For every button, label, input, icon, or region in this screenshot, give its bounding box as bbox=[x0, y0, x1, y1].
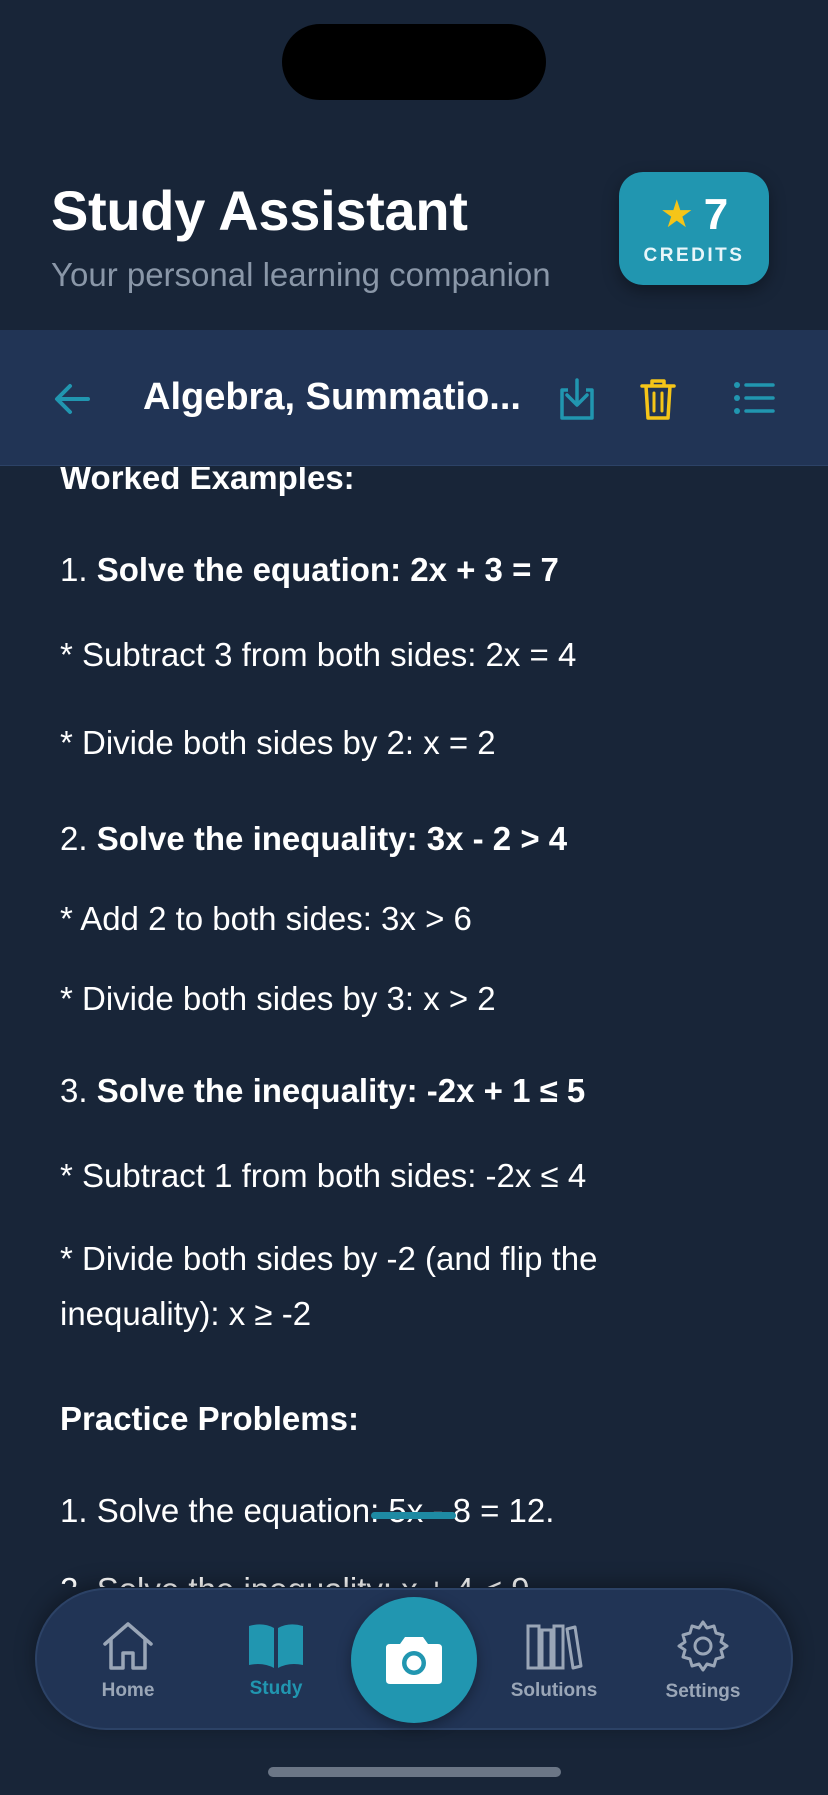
tab-solutions-label: Solutions bbox=[510, 1680, 598, 1701]
scroll-indicator bbox=[371, 1512, 456, 1519]
example-1-title: 1. Solve the equation: 2x + 3 = 7 bbox=[60, 551, 559, 589]
practice-problem-1: 1. Solve the equation: 5x - 8 = 12. bbox=[60, 1492, 555, 1529]
book-icon bbox=[249, 1624, 303, 1668]
tab-study-label: Study bbox=[249, 1678, 303, 1699]
example-3-title: 3. Solve the inequality: -2x + 1 ≤ 5 bbox=[60, 1072, 585, 1110]
list-icon[interactable] bbox=[733, 380, 775, 421]
example-1-step-1: * Subtract 3 from both sides: 2x = 4 bbox=[60, 636, 577, 673]
example-1-text: Solve the equation: 2x + 3 = 7 bbox=[96, 551, 559, 588]
example-2-title: 2. Solve the inequality: 3x - 2 > 4 bbox=[60, 820, 567, 858]
example-2-number: 2. bbox=[60, 820, 97, 857]
practice-problem-2: 2. Solve the inequality: x + 4 < 9 bbox=[60, 1571, 530, 1587]
library-icon bbox=[526, 1624, 583, 1670]
trash-icon[interactable] bbox=[638, 376, 678, 427]
tab-home[interactable]: Home bbox=[63, 1590, 193, 1732]
practice-problems-heading: Practice Problems: bbox=[60, 1400, 359, 1437]
example-3-step-1: * Subtract 1 from both sides: -2x ≤ 4 bbox=[60, 1157, 587, 1194]
example-2-step-2: * Divide both sides by 3: x > 2 bbox=[60, 980, 496, 1017]
example-3-step-2: * Divide both sides by -2 (and flip the … bbox=[60, 1240, 598, 1332]
example-2-step-1: * Add 2 to both sides: 3x > 6 bbox=[60, 900, 472, 937]
star-icon: ★ bbox=[659, 193, 694, 236]
tab-home-label: Home bbox=[101, 1680, 155, 1701]
example-1-step-2: * Divide both sides by 2: x = 2 bbox=[60, 724, 496, 761]
study-content[interactable]: Worked Examples: 1. Solve the equation: … bbox=[0, 467, 828, 1587]
back-arrow-icon[interactable] bbox=[52, 378, 94, 425]
example-1-number: 1. bbox=[60, 551, 97, 588]
document-title: Algebra, Summatio... bbox=[143, 376, 521, 418]
worked-examples-heading: Worked Examples: bbox=[60, 467, 355, 496]
tab-settings[interactable]: Settings bbox=[638, 1590, 768, 1732]
example-3-text: Solve the inequality: -2x + 1 ≤ 5 bbox=[96, 1072, 586, 1109]
app-title: Study Assistant bbox=[51, 179, 468, 242]
tab-study[interactable]: Study bbox=[211, 1590, 341, 1732]
tab-solutions[interactable]: Solutions bbox=[489, 1590, 619, 1732]
home-indicator bbox=[268, 1767, 561, 1777]
tab-settings-label: Settings bbox=[665, 1681, 741, 1702]
download-icon[interactable] bbox=[556, 376, 598, 427]
camera-icon bbox=[386, 1637, 442, 1684]
dynamic-island bbox=[282, 24, 546, 100]
credits-count: 7 bbox=[703, 189, 729, 239]
credits-badge[interactable]: ★ 7 CREDITS bbox=[619, 172, 769, 285]
example-3-number: 3. bbox=[60, 1072, 97, 1109]
credits-label: CREDITS bbox=[643, 244, 745, 266]
app-subtitle: Your personal learning companion bbox=[51, 256, 551, 293]
example-2-text: Solve the inequality: 3x - 2 > 4 bbox=[96, 820, 568, 857]
camera-button[interactable] bbox=[351, 1597, 477, 1723]
gear-icon bbox=[677, 1620, 729, 1672]
home-icon bbox=[103, 1622, 153, 1670]
